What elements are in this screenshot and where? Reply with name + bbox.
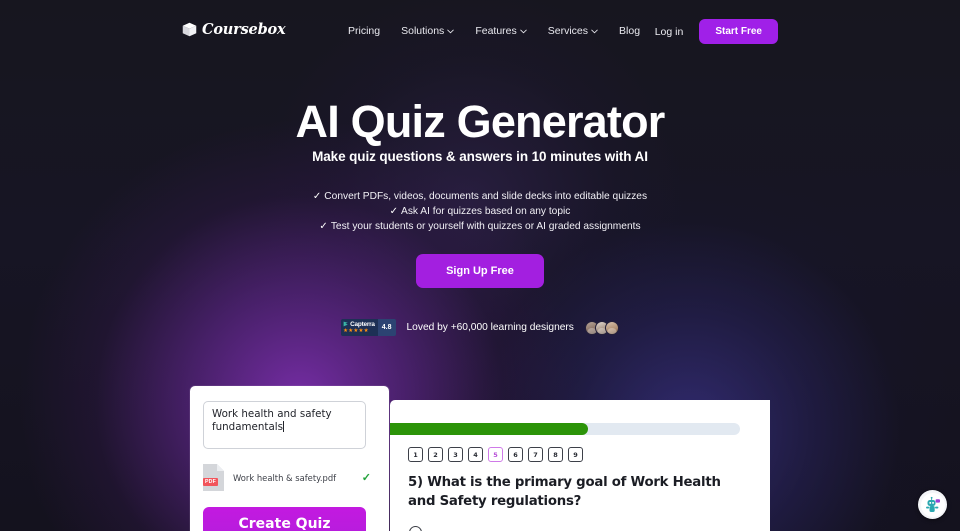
quiz-question-text: 5) What is the primary goal of Work Heal… (408, 475, 721, 510)
nav-item-features[interactable]: Features (475, 25, 527, 37)
capterra-stars-icon: ★★★★★ (343, 327, 369, 334)
login-link[interactable]: Log in (655, 26, 684, 38)
quiz-topic-value: Work health and safety fundamentals (212, 408, 332, 434)
list-item: ✓ Test your students or yourself with qu… (319, 221, 640, 232)
quiz-builder-panel: Work health and safety fundamentals PDF … (190, 386, 389, 531)
hero-cta-wrap: Sign Up Free (0, 254, 960, 288)
question-pill-1[interactable]: 1 (408, 447, 423, 462)
robot-chat-icon (920, 492, 945, 517)
loved-by-text: Loved by +60,000 learning designers (406, 322, 574, 333)
question-pill-8[interactable]: 8 (548, 447, 563, 462)
question-pill-5[interactable]: 5 (488, 447, 503, 462)
site-header: Coursebox Pricing Solutions Features Ser… (0, 0, 960, 64)
nav-item-blog[interactable]: Blog (619, 25, 640, 37)
question-pill-2[interactable]: 2 (428, 447, 443, 462)
nav-item-label: Solutions (401, 25, 445, 37)
check-icon: ✓ (361, 472, 371, 484)
avatar (604, 320, 619, 335)
logo[interactable]: Coursebox (182, 21, 286, 38)
question-pill-7[interactable]: 7 (528, 447, 543, 462)
hero-bullet-list: ✓ Convert PDFs, videos, documents and sl… (0, 191, 960, 232)
question-pill-4[interactable]: 4 (468, 447, 483, 462)
page-root: Coursebox Pricing Solutions Features Ser… (0, 0, 960, 531)
quiz-topic-input[interactable]: Work health and safety fundamentals (203, 401, 366, 449)
logo-text: Coursebox (202, 21, 286, 38)
chevron-down-icon (520, 29, 527, 34)
quiz-preview-panel: 123456789 5) What is the primary goal of… (390, 400, 770, 531)
start-free-button[interactable]: Start Free (699, 19, 778, 44)
capterra-brand-label: Capterra (350, 320, 375, 328)
question-pill-6[interactable]: 6 (508, 447, 523, 462)
question-pill-3[interactable]: 3 (448, 447, 463, 462)
nav-item-label: Pricing (348, 25, 381, 37)
question-pill-list: 123456789 (408, 447, 583, 462)
check-icon: ✓ (312, 191, 322, 202)
hero-subtitle: Make quiz questions & answers in 10 minu… (312, 149, 648, 164)
main-nav: Pricing Solutions Features Services Blog (348, 25, 640, 37)
nav-item-label: Blog (619, 25, 641, 37)
page-title: AI Quiz Generator (295, 96, 666, 147)
nav-item-label: Features (475, 25, 517, 37)
bullet-label: Convert PDFs, videos, documents and slid… (324, 191, 648, 202)
nav-item-solutions[interactable]: Solutions (401, 25, 455, 37)
capterra-score: 4.8 (377, 319, 396, 336)
quiz-progress-bar (390, 423, 740, 435)
capterra-badge-left: Capterra ★★★★★ (341, 319, 378, 336)
chevron-down-icon (447, 29, 455, 34)
uploaded-file-name: Work health & safety.pdf (233, 472, 337, 483)
list-item: ✓ Convert PDFs, videos, documents and sl… (313, 191, 647, 202)
chevron-down-icon (591, 29, 598, 34)
nav-item-label: Services (547, 25, 589, 37)
uploaded-file-row[interactable]: PDF Work health & safety.pdf ✓ (203, 464, 371, 491)
quiz-progress-fill (390, 423, 588, 435)
bullet-label: Ask AI for quizzes based on any topic (401, 206, 571, 217)
avatar-group (584, 320, 619, 335)
answer-radio-option[interactable] (409, 526, 422, 531)
bullet-label: Test your students or yourself with quiz… (330, 221, 641, 232)
header-auth-actions: Log in Start Free (655, 19, 778, 44)
check-icon: ✓ (389, 206, 399, 217)
capterra-flag-icon (343, 321, 349, 327)
text-caret (283, 421, 284, 433)
capterra-brand-row: Capterra (343, 321, 375, 328)
pdf-file-icon: PDF (203, 464, 224, 491)
list-item: ✓ Ask AI for quizzes based on any topic (390, 206, 571, 217)
social-proof-row: Capterra ★★★★★ 4.8 Loved by +60,000 lear… (0, 319, 960, 336)
nav-item-services[interactable]: Services (548, 25, 598, 37)
create-quiz-button[interactable]: Create Quiz (203, 507, 366, 531)
cube-icon (182, 22, 197, 37)
question-pill-9[interactable]: 9 (568, 447, 583, 462)
pdf-badge-label: PDF (203, 478, 218, 486)
check-icon: ✓ (319, 221, 328, 232)
nav-item-pricing[interactable]: Pricing (348, 25, 380, 37)
capterra-badge[interactable]: Capterra ★★★★★ 4.8 (341, 319, 396, 336)
sign-up-free-button[interactable]: Sign Up Free (416, 254, 544, 288)
chat-widget-button[interactable] (918, 490, 947, 519)
